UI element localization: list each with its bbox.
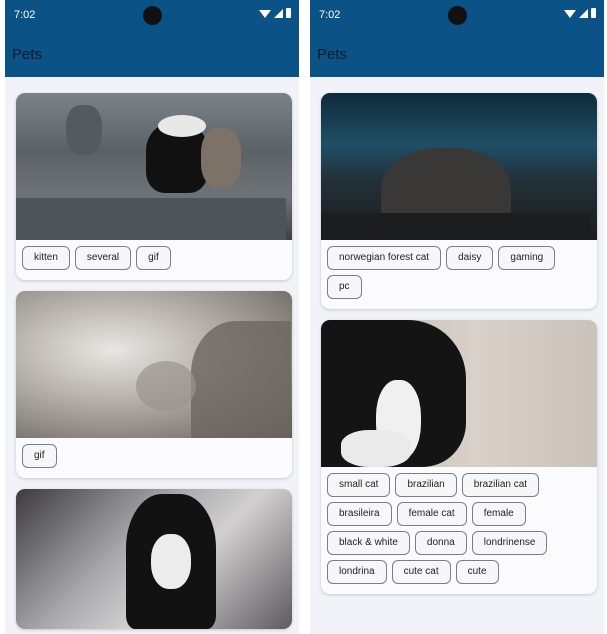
battery-icon	[591, 8, 596, 18]
tag-chip[interactable]: daisy	[446, 246, 494, 270]
signal-icon	[579, 8, 588, 18]
status-time: 7:02	[14, 9, 36, 21]
tag-chip[interactable]: brazilian cat	[461, 473, 540, 497]
pet-photo[interactable]	[321, 93, 597, 240]
pet-card[interactable]: gif	[16, 291, 292, 478]
left-screen: 7:02 Pets kitten several gif gif	[5, 0, 299, 634]
tag-chip[interactable]: kitten	[22, 246, 70, 270]
tag-chip[interactable]: gaming	[498, 246, 556, 270]
status-icons	[564, 8, 596, 18]
status-bar: 7:02	[310, 0, 604, 30]
tag-chip[interactable]: black & white	[327, 531, 410, 555]
pet-photo[interactable]	[16, 291, 292, 438]
tag-chip[interactable]: several	[74, 246, 132, 270]
tag-chip[interactable]: gif	[136, 246, 171, 270]
wifi-icon	[259, 9, 271, 18]
app-bar: Pets	[310, 30, 604, 77]
status-time: 7:02	[319, 9, 341, 21]
tag-list: norwegian forest cat daisy gaming pc	[321, 240, 597, 309]
camera-cutout	[143, 6, 162, 25]
app-bar: Pets	[5, 30, 299, 77]
pet-photo[interactable]	[321, 320, 597, 467]
tag-list: gif	[16, 438, 292, 478]
tag-chip[interactable]: pc	[327, 275, 362, 299]
pet-photo[interactable]	[16, 93, 292, 240]
pet-card[interactable]: small cat brazilian brazilian cat brasileir…	[321, 320, 597, 594]
app-title: Pets	[12, 46, 43, 63]
tag-chip[interactable]: female	[471, 502, 526, 526]
pet-card[interactable]: norwegian forest cat daisy gaming pc	[321, 93, 597, 309]
app-title: Pets	[317, 46, 348, 63]
tag-chip[interactable]: brazilian	[395, 473, 457, 497]
tag-chip[interactable]: gif	[22, 444, 57, 468]
battery-icon	[286, 8, 291, 18]
pet-feed: kitten several gif gif	[5, 77, 299, 629]
camera-cutout	[448, 6, 467, 25]
right-screen: 7:02 Pets norwegian forest cat daisy gamin…	[310, 0, 604, 634]
tag-chip[interactable]: small cat	[327, 473, 391, 497]
tag-chip[interactable]: donna	[414, 531, 467, 555]
pet-card[interactable]	[16, 489, 292, 629]
tag-list: kitten several gif	[16, 240, 292, 280]
tag-chip[interactable]: londrina	[327, 560, 387, 584]
tag-chip[interactable]: cute cat	[391, 560, 451, 584]
tag-chip[interactable]: brasileira	[327, 502, 392, 526]
signal-icon	[274, 8, 283, 18]
status-icons	[259, 8, 291, 18]
tag-chip[interactable]: female cat	[396, 502, 467, 526]
status-bar: 7:02	[5, 0, 299, 30]
pet-card[interactable]: kitten several gif	[16, 93, 292, 280]
tag-chip[interactable]: cute	[455, 560, 499, 584]
pet-feed: norwegian forest cat daisy gaming pc small …	[310, 77, 604, 594]
pet-photo[interactable]	[16, 489, 292, 629]
tag-chip[interactable]: londrinense	[471, 531, 548, 555]
tag-chip[interactable]: norwegian forest cat	[327, 246, 442, 270]
tag-list: small cat brazilian brazilian cat brasileir…	[321, 467, 597, 594]
wifi-icon	[564, 9, 576, 18]
